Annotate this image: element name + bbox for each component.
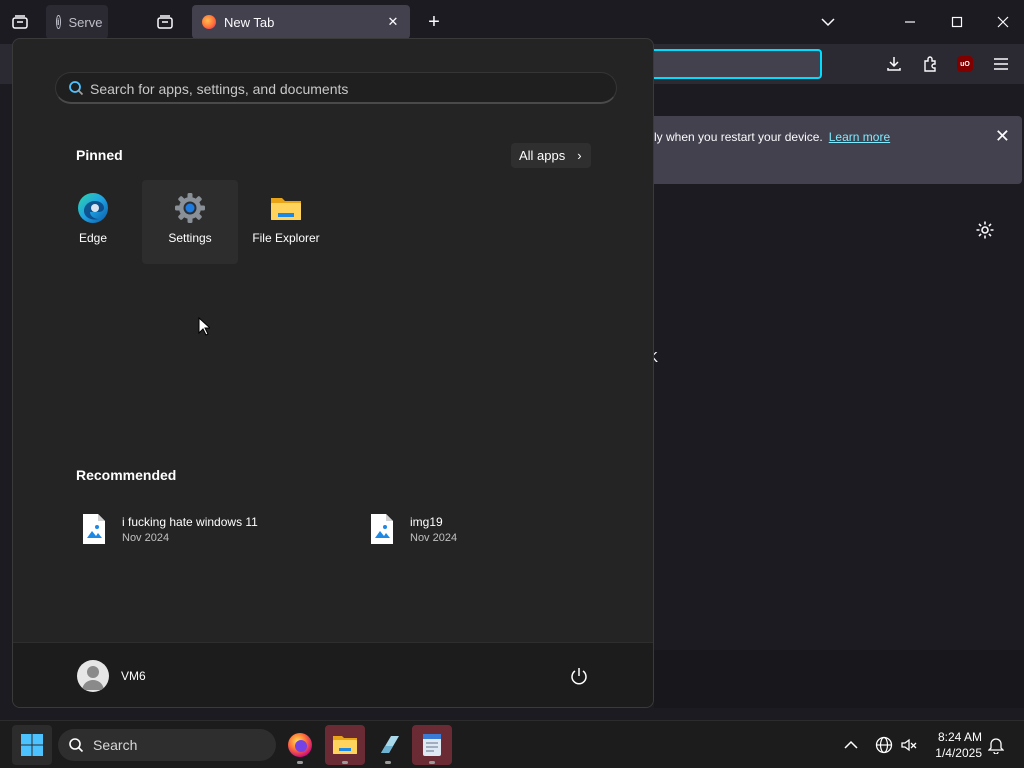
user-name[interactable]: VM6 bbox=[121, 669, 146, 683]
network-globe-icon[interactable] bbox=[874, 735, 894, 755]
running-indicator bbox=[385, 761, 391, 764]
system-clock[interactable]: 8:24 AM 1/4/2025 bbox=[924, 729, 982, 761]
all-apps-label: All apps bbox=[519, 148, 566, 163]
pinned-app-label: File Explorer bbox=[252, 231, 320, 245]
extensions-icon[interactable] bbox=[920, 54, 940, 74]
recommended-heading: Recommended bbox=[76, 467, 177, 483]
pinned-app-file-explorer[interactable]: File Explorer bbox=[238, 180, 334, 264]
taskbar-app-file-explorer[interactable] bbox=[325, 725, 365, 765]
tab-new-tab[interactable]: New Tab ✕ bbox=[192, 5, 410, 39]
downloads-icon[interactable] bbox=[884, 54, 904, 74]
tab-label: Serve bbox=[68, 14, 103, 30]
edge-icon bbox=[78, 193, 108, 223]
pinned-app-edge[interactable]: Edge bbox=[45, 180, 141, 264]
running-indicator bbox=[342, 761, 348, 764]
chevron-right-icon: › bbox=[577, 148, 582, 163]
recommended-item[interactable]: i fucking hate windows 11 Nov 2024 bbox=[82, 511, 258, 547]
start-menu: Pinned All apps › Edge Settin bbox=[12, 38, 654, 708]
folder-icon bbox=[333, 736, 357, 754]
hamburger-menu-icon[interactable] bbox=[991, 54, 1011, 74]
tab-group-icon[interactable] bbox=[151, 8, 179, 36]
taskbar-search-label: Search bbox=[93, 737, 138, 753]
user-silhouette-icon bbox=[82, 666, 104, 690]
start-search-box[interactable] bbox=[55, 72, 617, 104]
close-notification-icon[interactable]: ✕ bbox=[995, 126, 1010, 147]
minimize-icon[interactable] bbox=[898, 10, 922, 34]
maximize-icon[interactable] bbox=[945, 10, 969, 34]
pinned-app-settings[interactable]: Settings bbox=[142, 180, 238, 264]
close-window-icon[interactable] bbox=[991, 10, 1015, 34]
tab-server[interactable]: i Serve bbox=[46, 5, 108, 39]
clock-time: 8:24 AM bbox=[937, 730, 982, 744]
power-icon[interactable] bbox=[569, 666, 589, 686]
info-icon: i bbox=[56, 15, 61, 29]
pinned-heading: Pinned bbox=[76, 147, 123, 163]
list-all-tabs-icon[interactable] bbox=[816, 10, 840, 34]
pinned-app-label: Edge bbox=[78, 231, 108, 245]
user-avatar[interactable] bbox=[77, 660, 109, 692]
taskbar-app-firefox[interactable] bbox=[280, 725, 320, 765]
search-icon bbox=[69, 81, 84, 96]
running-indicator bbox=[297, 761, 303, 764]
folder-icon bbox=[271, 198, 301, 220]
notification-text: ly when you restart your device. Learn mo… bbox=[654, 130, 891, 144]
volume-muted-icon[interactable] bbox=[899, 735, 919, 755]
windows-logo-icon bbox=[21, 734, 43, 756]
search-icon bbox=[69, 738, 84, 753]
recommended-item-name: i fucking hate windows 11 bbox=[122, 514, 258, 529]
ublock-origin-icon[interactable]: uO bbox=[955, 54, 975, 74]
tab-manager-icon[interactable] bbox=[6, 8, 34, 36]
settings-gear-icon bbox=[175, 193, 205, 223]
recommended-item-date: Nov 2024 bbox=[122, 531, 170, 544]
mouse-cursor-icon bbox=[198, 317, 210, 336]
page-bottom-strip bbox=[654, 650, 1024, 708]
recommended-item-name: img19 bbox=[410, 514, 443, 529]
taskbar-search-box[interactable]: Search bbox=[58, 729, 276, 761]
running-indicator bbox=[429, 761, 435, 764]
pinned-app-label: Settings bbox=[168, 231, 212, 245]
firefox-icon bbox=[202, 15, 216, 29]
start-search-input[interactable] bbox=[90, 79, 590, 99]
all-apps-button[interactable]: All apps › bbox=[511, 143, 591, 168]
close-tab-icon[interactable]: ✕ bbox=[384, 13, 402, 31]
start-menu-footer: VM6 bbox=[13, 642, 653, 707]
notepad-icon bbox=[423, 734, 441, 756]
firefox-icon bbox=[288, 733, 312, 757]
newtab-settings-gear-icon[interactable] bbox=[975, 220, 995, 240]
show-hidden-icons-chevron-up-icon[interactable] bbox=[841, 735, 861, 755]
learn-more-link[interactable]: Learn more bbox=[829, 130, 890, 144]
image-file-icon bbox=[83, 514, 105, 544]
image-file-icon bbox=[371, 514, 393, 544]
tab-label: New Tab bbox=[224, 14, 275, 30]
taskbar: Search 8:24 AM 1/4/2025 bbox=[0, 720, 1024, 768]
notification-bell-icon[interactable] bbox=[986, 735, 1006, 755]
new-tab-icon[interactable]: + bbox=[420, 8, 448, 36]
eraser-app-icon bbox=[381, 736, 399, 753]
taskbar-app-notepad[interactable] bbox=[412, 725, 452, 765]
taskbar-app-eraser[interactable] bbox=[368, 725, 408, 765]
clock-date: 1/4/2025 bbox=[935, 746, 982, 760]
recommended-item-date: Nov 2024 bbox=[410, 531, 458, 544]
recommended-item[interactable]: img19 Nov 2024 bbox=[370, 511, 457, 547]
start-button[interactable] bbox=[12, 725, 52, 765]
